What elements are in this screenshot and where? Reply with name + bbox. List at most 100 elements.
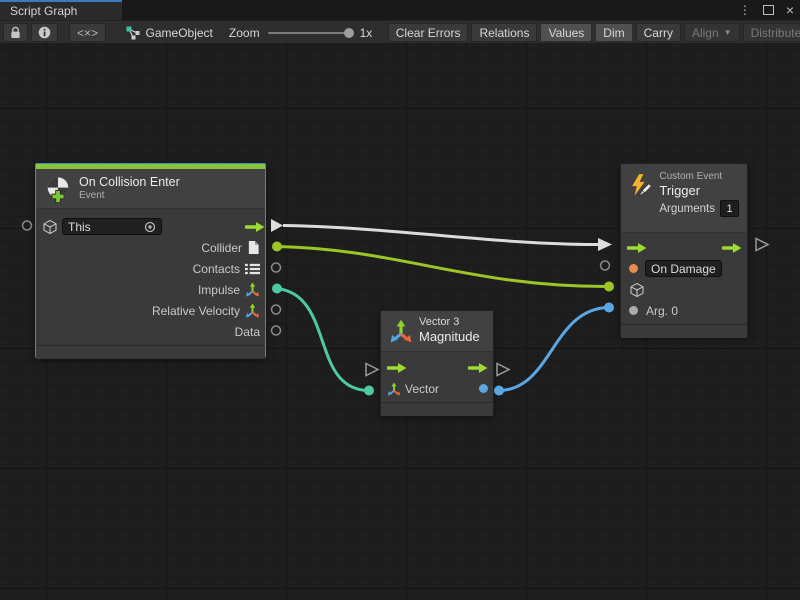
code-preview-button[interactable]: <×> <box>69 23 106 42</box>
button-label: Carry <box>644 26 673 40</box>
object-picker-icon[interactable] <box>144 221 156 233</box>
data-output-port[interactable] <box>272 326 281 335</box>
string-input-port[interactable] <box>629 264 638 273</box>
graph-toolbar: <×> GameObject Zoom 1x Clear Errors Rela… <box>0 20 800 45</box>
node-footer <box>621 324 747 338</box>
gameobject-breadcrumb[interactable]: GameObject <box>116 26 223 40</box>
flow-row[interactable] <box>381 357 493 378</box>
close-icon[interactable]: × <box>786 3 794 17</box>
impulse-output-port[interactable] <box>272 284 282 294</box>
menu-icon[interactable]: ⋮ <box>739 3 751 17</box>
port-label: Vector <box>405 382 439 396</box>
node-subtitle: Event <box>79 190 180 202</box>
port-row-contacts[interactable]: Contacts <box>36 258 265 279</box>
node-body: Vector <box>381 352 493 399</box>
flow-arrow-icon <box>626 242 647 254</box>
event-name-input-port[interactable] <box>601 261 610 270</box>
vector-input-port[interactable] <box>364 386 374 396</box>
carry-toggle[interactable]: Carry <box>636 23 681 42</box>
info-icon <box>38 26 51 39</box>
node-title: Magnitude <box>419 329 480 345</box>
info-button[interactable] <box>31 23 58 42</box>
wire-collider-to-target[interactable] <box>277 247 609 287</box>
port-row-collider[interactable]: Collider <box>36 237 265 258</box>
flow-row[interactable] <box>621 237 747 258</box>
port-label: Contacts <box>193 262 240 276</box>
script-graph-icon <box>126 26 140 40</box>
zoom-control: Zoom 1x <box>229 26 372 40</box>
target-self-input-port[interactable] <box>23 221 32 230</box>
magnitude-flow-output-port[interactable] <box>497 364 509 376</box>
collider-output-port[interactable] <box>272 242 282 252</box>
wire-impulse-to-vector[interactable] <box>277 289 369 391</box>
port-row-relative-velocity[interactable]: Relative Velocity <box>36 300 265 321</box>
flow-wire-start-arrow[interactable] <box>271 219 283 232</box>
button-label: Values <box>548 26 584 40</box>
port-label: Arg. 0 <box>646 304 678 318</box>
flow-wire-end-arrow[interactable] <box>598 238 612 251</box>
tab-script-graph[interactable]: Script Graph <box>0 0 122 20</box>
graph-canvas[interactable]: On Collision Enter Event This <box>0 43 800 600</box>
port-row-data[interactable]: Data <box>36 321 265 342</box>
node-vector3-magnitude[interactable]: Vector 3 Magnitude Vector <box>380 310 494 415</box>
window-controls: ⋮ × <box>739 0 794 20</box>
wire-magnitude-to-arg0[interactable] <box>499 308 609 391</box>
wire-flow-collision-to-trigger[interactable] <box>283 226 598 245</box>
flow-output-port[interactable] <box>721 242 742 254</box>
arguments-label: Arguments <box>659 203 715 215</box>
node-header: Vector 3 Magnitude <box>381 311 493 352</box>
magnitude-flow-input-port[interactable] <box>366 364 378 376</box>
align-dropdown[interactable]: Align ▼ <box>684 23 740 42</box>
tab-title: Script Graph <box>10 4 77 18</box>
target-row: This <box>36 216 265 237</box>
port-row-impulse[interactable]: Impulse <box>36 279 265 300</box>
magnitude-output-port[interactable] <box>494 386 504 396</box>
flow-output-port[interactable] <box>244 221 265 233</box>
collision-event-icon <box>44 175 72 203</box>
contacts-output-port[interactable] <box>272 263 281 272</box>
flow-output-port[interactable] <box>467 362 488 374</box>
arguments-field[interactable]: 1 <box>720 200 739 217</box>
dim-toggle[interactable]: Dim <box>595 23 632 42</box>
zoom-slider[interactable] <box>268 32 352 34</box>
lock-button[interactable] <box>3 23 28 42</box>
button-label: Distribute <box>751 26 800 40</box>
relative-velocity-output-port[interactable] <box>272 305 281 314</box>
unity-window: Script Graph ⋮ × <×> GameObject Zoom <box>0 0 800 600</box>
port-label: Collider <box>201 241 242 255</box>
node-on-collision-enter[interactable]: On Collision Enter Event This <box>35 163 266 358</box>
flow-input-port[interactable] <box>626 242 647 254</box>
flow-arrow-icon <box>244 221 265 233</box>
flow-input-port[interactable] <box>386 362 407 374</box>
port-label: Impulse <box>198 283 240 297</box>
maximize-icon[interactable] <box>763 5 774 15</box>
target-field[interactable]: This <box>62 218 162 235</box>
arg0-input-port[interactable] <box>604 303 614 313</box>
trigger-flow-output-port[interactable] <box>756 239 768 251</box>
port-row-arg0[interactable]: Arg. 0 <box>621 300 747 321</box>
event-name-field[interactable]: On Damage <box>645 260 722 277</box>
flow-arrow-icon <box>386 362 407 374</box>
arg0-input-port[interactable] <box>629 306 638 315</box>
node-body: On Damage Arg. 0 <box>621 233 747 321</box>
port-row-vector[interactable]: Vector <box>381 378 493 399</box>
node-trigger-custom-event[interactable]: Custom Event Trigger Arguments 1 <box>620 163 748 337</box>
target-value: This <box>68 220 91 234</box>
zoom-slider-handle[interactable] <box>344 28 354 38</box>
target-row[interactable] <box>621 279 747 300</box>
target-input-port[interactable] <box>604 282 614 292</box>
button-label: Relations <box>479 26 529 40</box>
axes-icon <box>245 303 260 318</box>
node-title: Trigger <box>659 183 739 199</box>
code-icon: <×> <box>77 26 98 40</box>
distribute-dropdown[interactable]: Distribute ▼ <box>743 23 800 42</box>
relations-button[interactable]: Relations <box>471 23 537 42</box>
float-output-port[interactable] <box>479 384 488 393</box>
custom-event-icon <box>629 171 652 199</box>
clear-errors-button[interactable]: Clear Errors <box>388 23 469 42</box>
event-name-row: On Damage <box>621 258 747 279</box>
values-toggle[interactable]: Values <box>540 23 592 42</box>
gameobject-label: GameObject <box>146 26 213 40</box>
lock-icon <box>10 26 21 39</box>
button-label: Clear Errors <box>396 26 461 40</box>
